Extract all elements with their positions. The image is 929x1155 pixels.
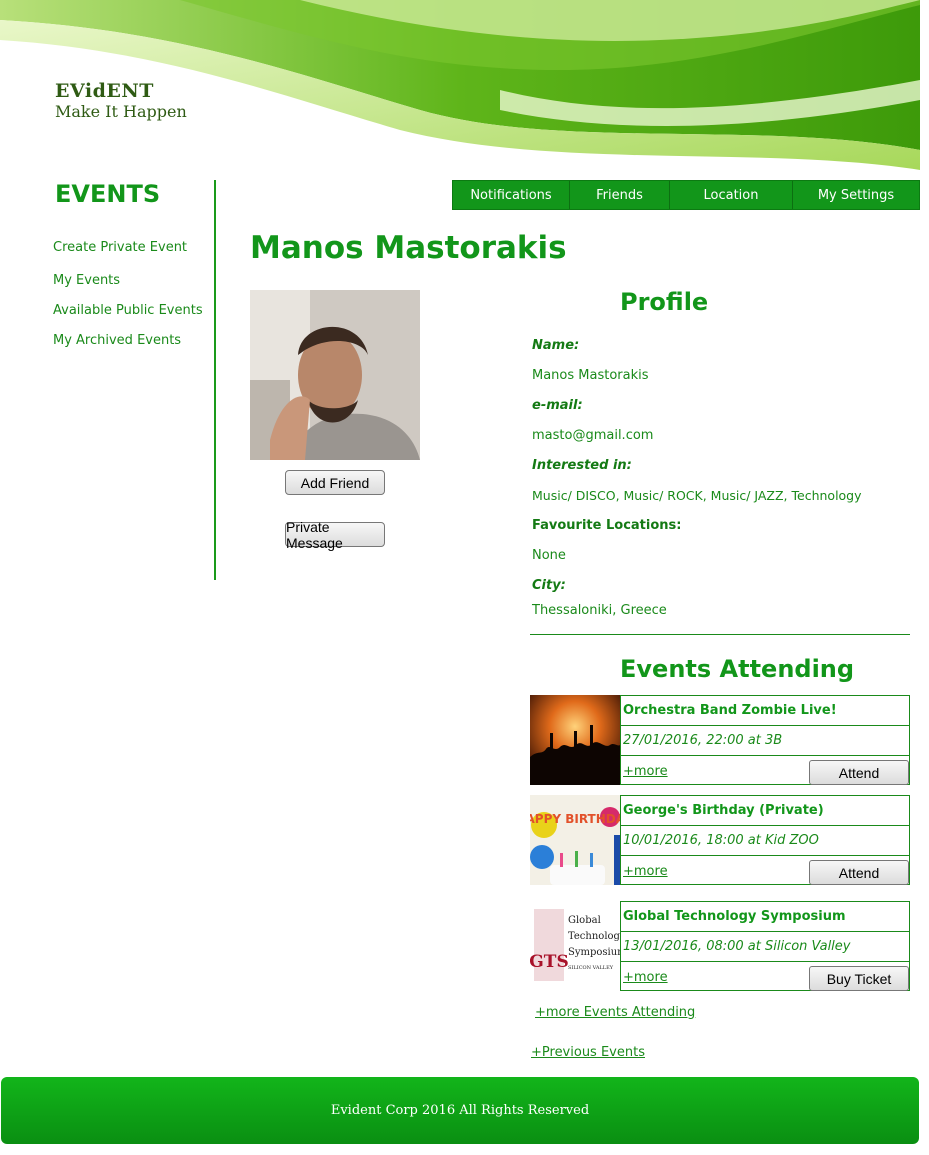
nav-location[interactable]: Location: [670, 181, 793, 209]
profile-locations-value: None: [532, 548, 566, 563]
event-card: GTS Global Technology Symposium SILICON …: [530, 901, 910, 991]
gts-line-2: Technology: [568, 931, 620, 942]
brand-tagline: Make It Happen: [55, 102, 187, 121]
profile-interests-label: Interested in:: [532, 458, 632, 473]
event-details: Orchestra Band Zombie Live! 27/01/2016, …: [620, 695, 910, 785]
private-message-button[interactable]: Private Message: [285, 519, 385, 551]
profile-interests-value: Music/ DISCO, Music/ ROCK, Music/ JAZZ, …: [532, 488, 862, 503]
avatar-photo: [250, 290, 420, 460]
avatar: [250, 290, 420, 460]
gts-line-3: Symposium: [568, 947, 620, 958]
nav-friends[interactable]: Friends: [570, 181, 670, 209]
footer-copyright: Evident Corp 2016 All Rights Reserved: [330, 1103, 590, 1118]
event-title[interactable]: Global Technology Symposium: [621, 902, 909, 932]
event-details: George's Birthday (Private) 10/01/2016, …: [620, 795, 910, 885]
previous-events-link[interactable]: +Previous Events: [531, 1045, 645, 1060]
attend-button[interactable]: Attend: [809, 860, 909, 885]
birthday-text: HAPPY BIRTHDAY: [530, 812, 620, 826]
event-details: Global Technology Symposium 13/01/2016, …: [620, 901, 910, 991]
nav-notifications[interactable]: Notifications: [453, 181, 570, 209]
events-attending-title: Events Attending: [620, 655, 855, 683]
event-more-link[interactable]: +more: [623, 970, 668, 985]
header-banner: EVidENT Make It Happen: [0, 0, 920, 170]
top-nav: Notifications Friends Location My Settin…: [452, 180, 920, 210]
event-title[interactable]: Orchestra Band Zombie Live!: [621, 696, 909, 726]
sidebar-item-my-events[interactable]: My Events: [53, 273, 120, 288]
sidebar-divider: [214, 180, 216, 580]
event-thumbnail[interactable]: HAPPY BIRTHDAY: [530, 795, 620, 885]
gts-line-4: SILICON VALLEY: [568, 965, 614, 971]
buy-ticket-button[interactable]: Buy Ticket: [809, 966, 909, 991]
sidebar-item-create-private-event[interactable]: Create Private Event: [53, 240, 187, 255]
profile-name-value: Manos Mastorakis: [532, 368, 649, 383]
profile-city-value: Thessaloniki, Greece: [532, 603, 667, 618]
event-datetime: 10/01/2016, 18:00 at Kid ZOO: [621, 826, 909, 856]
nav-my-settings[interactable]: My Settings: [793, 181, 919, 209]
event-card: Orchestra Band Zombie Live! 27/01/2016, …: [530, 695, 910, 785]
profile-title: Profile: [620, 288, 709, 316]
brand-name: EVidENT: [55, 80, 154, 102]
add-friend-button[interactable]: Add Friend: [285, 470, 385, 495]
sidebar-title: EVENTS: [55, 180, 161, 208]
event-thumbnail[interactable]: [530, 695, 620, 785]
sidebar-item-my-archived-events[interactable]: My Archived Events: [53, 333, 181, 348]
more-events-attending-link[interactable]: +more Events Attending: [535, 1005, 695, 1020]
attend-button[interactable]: Attend: [809, 760, 909, 785]
event-datetime: 27/01/2016, 22:00 at 3B: [621, 726, 909, 756]
event-title[interactable]: George's Birthday (Private): [621, 796, 909, 826]
event-datetime: 13/01/2016, 08:00 at Silicon Valley: [621, 932, 909, 962]
page-title: Manos Mastorakis: [250, 230, 567, 266]
event-thumbnail[interactable]: GTS Global Technology Symposium SILICON …: [530, 901, 620, 991]
profile-divider: [530, 634, 910, 635]
profile-locations-label: Favourite Locations:: [532, 518, 682, 533]
gts-line-1: Global: [568, 915, 601, 926]
profile-email-label: e-mail:: [532, 398, 583, 413]
sidebar-item-available-public-events[interactable]: Available Public Events: [53, 303, 203, 318]
profile-name-label: Name:: [532, 338, 580, 353]
event-card: HAPPY BIRTHDAY George's Birthday (Privat…: [530, 795, 910, 885]
profile-email-value: masto@gmail.com: [532, 428, 654, 443]
gts-abbr: GTS: [530, 952, 569, 972]
profile-city-label: City:: [532, 578, 566, 593]
event-more-link[interactable]: +more: [623, 764, 668, 779]
event-more-link[interactable]: +more: [623, 864, 668, 879]
footer: Evident Corp 2016 All Rights Reserved: [1, 1077, 919, 1144]
